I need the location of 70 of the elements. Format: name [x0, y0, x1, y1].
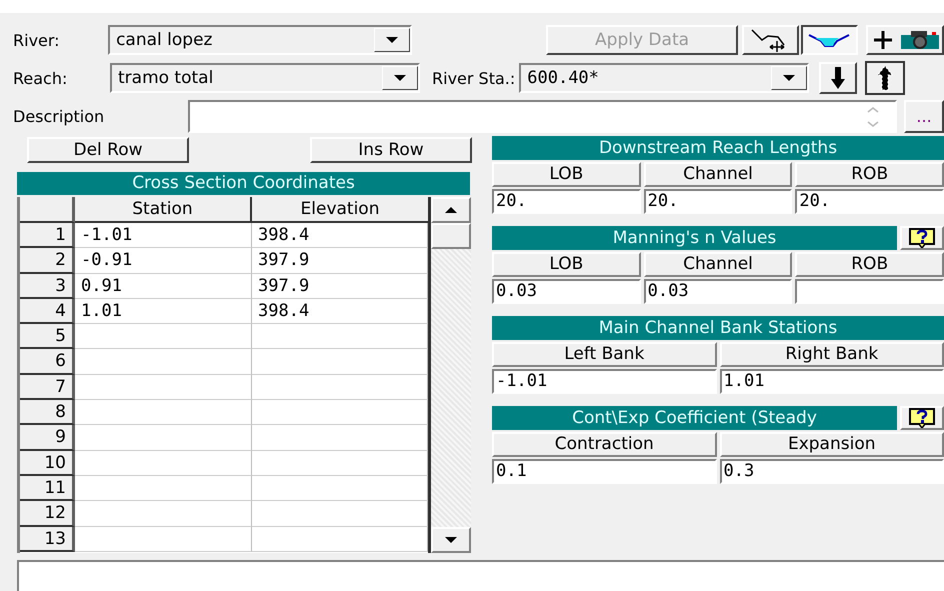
table-cell: 1.01 [75, 298, 252, 324]
row-number: 6 [20, 349, 75, 375]
row-number: 10 [20, 450, 75, 476]
description-field[interactable] [188, 100, 898, 133]
column-header: Right Bank [720, 342, 944, 367]
river-label: River: [12, 30, 61, 50]
table-cell: 0.91 [75, 274, 252, 299]
reach-label: Reach: [12, 68, 68, 88]
table-cell: 398.4 [252, 223, 428, 248]
input-field[interactable]: 20. [795, 189, 944, 214]
column-header: Contraction [492, 432, 716, 457]
column-header: Station [75, 197, 252, 223]
row-number: 9 [20, 425, 75, 451]
row-number: 7 [20, 374, 75, 400]
table-cell: 398.4 [252, 298, 428, 324]
column-header: LOB [492, 252, 641, 277]
scroll-thumb[interactable] [431, 223, 471, 249]
column-header: LOB [492, 162, 641, 187]
river-station-label: River Sta.: [432, 68, 516, 88]
input-field[interactable]: 1.01 [720, 369, 944, 394]
column-header: ROB [795, 252, 944, 277]
row-number: 13 [20, 526, 75, 552]
ins-row-button[interactable]: Ins Row [310, 137, 472, 163]
input-field[interactable]: 0.1 [492, 459, 716, 484]
input-field[interactable]: -1.01 [492, 369, 716, 394]
table-cell: -1.01 [75, 223, 252, 248]
table-cell: 397.9 [252, 274, 428, 299]
help-icon[interactable] [900, 406, 944, 430]
table-cell: 397.9 [252, 248, 428, 274]
section-title: Downstream Reach Lengths [492, 136, 944, 160]
input-field[interactable]: 20. [492, 189, 641, 214]
river-dropdown[interactable]: canal lopez [108, 25, 412, 55]
scroll-bar[interactable] [428, 197, 471, 553]
scroll-down-icon[interactable] [431, 527, 471, 553]
column-header: Channel [644, 252, 792, 277]
row-number: 2 [20, 248, 75, 274]
column-header: Left Bank [492, 342, 716, 367]
input-field[interactable] [795, 279, 944, 304]
section-title: Main Channel Bank Stations [492, 316, 944, 340]
column-header: Elevation [252, 197, 428, 223]
description-label: Description [12, 107, 106, 126]
reach-dropdown[interactable]: tramo total [110, 63, 420, 93]
plus-icon[interactable] [866, 25, 899, 55]
more-button[interactable]: ... [904, 100, 944, 133]
row-number: 12 [20, 501, 75, 527]
table-cell: -0.91 [75, 248, 252, 274]
row-number: 4 [20, 298, 75, 324]
input-field[interactable]: 20. [644, 189, 792, 214]
input-field[interactable]: 0.3 [720, 459, 944, 484]
section-title: Cont\Exp Coefficient (Steady [492, 406, 897, 430]
row-number: 11 [20, 476, 75, 502]
table-corner [20, 197, 75, 223]
row-number: 5 [20, 324, 75, 350]
river-station-dropdown[interactable]: 600.40* [519, 63, 810, 93]
edit-cross-section-icon[interactable] [742, 25, 799, 55]
row-number: 8 [20, 400, 75, 426]
section-title: Manning's n Values [492, 226, 897, 250]
column-header: ROB [795, 162, 944, 187]
table-title: Cross Section Coordinates [17, 172, 470, 195]
column-header: Expansion [720, 432, 944, 457]
input-field[interactable]: 0.03 [644, 279, 792, 304]
del-row-button[interactable]: Del Row [27, 137, 189, 163]
input-field[interactable]: 0.03 [492, 279, 641, 304]
camera-icon[interactable] [898, 25, 944, 55]
scroll-up-icon[interactable] [431, 197, 471, 223]
row-number: 1 [20, 223, 75, 248]
water-surface-icon[interactable] [800, 25, 858, 55]
column-header: Channel [644, 162, 792, 187]
row-number: 3 [20, 274, 75, 299]
help-icon[interactable] [900, 226, 944, 250]
